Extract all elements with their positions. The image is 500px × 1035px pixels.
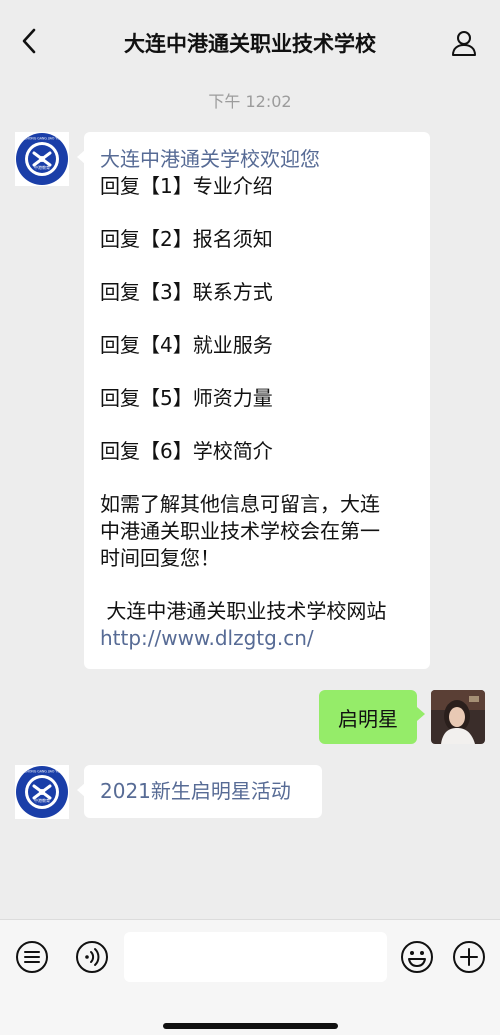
school-avatar[interactable]: 中港教育 ZHONG GANG JIAO YU xyxy=(15,132,69,186)
site-url-link[interactable]: http://www.dlzgtg.cn/ xyxy=(100,625,414,652)
menu-option-4: 回复【4】就业服务 xyxy=(100,333,273,357)
chat-title: 大连中港通关职业技术学校 xyxy=(124,32,376,56)
menu-list-icon xyxy=(16,941,48,973)
emoji-icon xyxy=(401,941,433,973)
welcome-link[interactable]: 大连中港通关学校欢迎您 xyxy=(100,146,414,173)
menu-option-3: 回复【3】联系方式 xyxy=(100,280,273,304)
menu-option-2: 回复【2】报名须知 xyxy=(100,227,273,251)
menu-message-bubble[interactable]: 大连中港通关学校欢迎您 回复【1】专业介绍 回复【2】报名须知 回复【3】联系方… xyxy=(84,132,430,669)
event-link[interactable]: 2021新生启明星活动 xyxy=(100,778,291,805)
menu-toggle-button[interactable] xyxy=(14,939,50,975)
user-photo xyxy=(431,690,485,744)
school-logo: 中港教育 ZHONG GANG JIAO YU xyxy=(15,132,69,186)
note-line-3: 时间回复您！ xyxy=(100,546,220,570)
school-logo: 中港教育 ZHONG GANG JIAO YU xyxy=(15,765,69,819)
note-line-2: 中港通关职业技术学校会在第一 xyxy=(100,519,380,543)
home-indicator[interactable] xyxy=(163,1023,338,1029)
message-timestamp: 下午 12:02 xyxy=(208,92,292,111)
school-avatar[interactable]: 中港教育 ZHONG GANG JIAO YU xyxy=(15,765,69,819)
person-icon xyxy=(452,31,476,56)
logo-text-bottom: 中港教育 xyxy=(34,797,50,803)
logo-text-bottom: 中港教育 xyxy=(34,164,50,170)
logo-text-top: ZHONG GANG JIAO YU xyxy=(24,770,60,774)
message-input[interactable] xyxy=(124,932,387,982)
user-reply-bubble[interactable]: 启明星 xyxy=(319,690,417,744)
event-link-bubble[interactable]: 2021新生启明星活动 xyxy=(84,765,322,818)
input-bar xyxy=(0,919,500,1035)
bubble-tail xyxy=(417,707,425,721)
plus-icon xyxy=(453,941,485,973)
chat-header: 大连中港通关职业技术学校 xyxy=(0,0,500,84)
logo-text-top: ZHONG GANG JIAO YU xyxy=(24,137,60,141)
menu-option-5: 回复【5】师资力量 xyxy=(100,386,273,410)
profile-button[interactable] xyxy=(447,26,481,60)
emoji-button[interactable] xyxy=(399,939,435,975)
menu-option-1: 回复【1】专业介绍 xyxy=(100,174,273,198)
menu-option-6: 回复【6】学校简介 xyxy=(100,439,273,463)
voice-button[interactable] xyxy=(74,939,110,975)
more-button[interactable] xyxy=(451,939,487,975)
note-line-1: 如需了解其他信息可留言，大连 xyxy=(100,492,380,516)
site-name: 大连中港通关职业技术学校网站 xyxy=(100,599,387,623)
voice-icon xyxy=(76,941,108,973)
user-avatar[interactable] xyxy=(431,690,485,744)
